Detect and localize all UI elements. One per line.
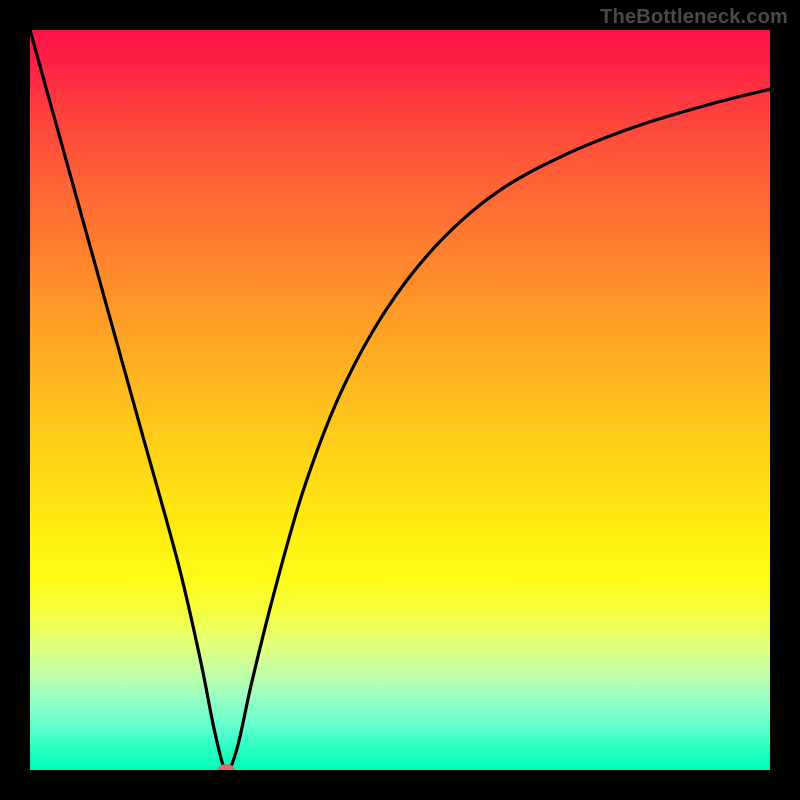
watermark-text: TheBottleneck.com	[600, 6, 788, 29]
chart-frame: TheBottleneck.com	[0, 0, 800, 800]
curve-layer	[30, 30, 770, 770]
bottleneck-curve	[30, 30, 770, 770]
plot-area	[30, 30, 770, 770]
